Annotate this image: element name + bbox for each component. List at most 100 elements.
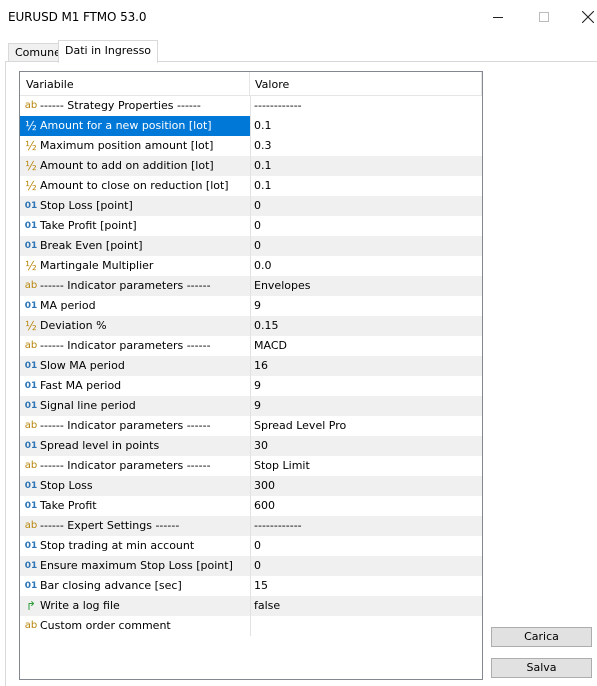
table-row[interactable]: 01 Fast MA period 9 <box>20 376 482 396</box>
column-header-variable[interactable]: Variabile <box>26 78 74 91</box>
table-row[interactable]: ab ------ Indicator parameters ------ Stop… <box>20 456 482 476</box>
table-row[interactable]: ½ Amount to add on addition [lot] 0.1 <box>20 156 482 176</box>
save-button[interactable]: Salva <box>491 658 592 678</box>
inputs-grid[interactable]: Variabile Valore ab ------ Strategy Prope… <box>19 71 483 680</box>
variable-value[interactable]: 300 <box>254 476 275 496</box>
table-row[interactable]: ↱ Write a log file false <box>20 596 482 616</box>
table-row[interactable]: ab ------ Strategy Properties ------ -----… <box>20 96 482 116</box>
value-cell[interactable]: Spread Level Pro <box>250 416 482 436</box>
value-cell[interactable]: 0.1 <box>250 156 482 176</box>
variable-value[interactable]: 9 <box>254 296 261 316</box>
minimize-icon <box>493 17 503 18</box>
table-row[interactable]: ab Custom order comment <box>20 616 482 636</box>
variable-value[interactable]: MACD <box>254 336 287 356</box>
variable-value[interactable]: Spread Level Pro <box>254 416 346 436</box>
variable-name: Fast MA period <box>40 379 122 392</box>
value-cell[interactable]: 0 <box>250 236 482 256</box>
value-cell[interactable]: Envelopes <box>250 276 482 296</box>
variable-value[interactable]: 16 <box>254 356 268 376</box>
tab-dati-in-ingresso[interactable]: Dati in Ingresso <box>58 40 159 63</box>
table-row[interactable]: ½ Martingale Multiplier 0.0 <box>20 256 482 276</box>
variable-value[interactable]: 0 <box>254 216 261 236</box>
integer-type-icon: 01 <box>24 221 38 231</box>
value-cell[interactable]: ------------ <box>250 516 482 536</box>
table-row[interactable]: ½ Maximum position amount [lot] 0.3 <box>20 136 482 156</box>
variable-value[interactable]: 0.1 <box>254 176 272 196</box>
table-row[interactable]: 01 Stop Loss 300 <box>20 476 482 496</box>
value-cell[interactable]: ------------ <box>250 96 482 116</box>
table-row[interactable]: 01 Stop Loss [point] 0 <box>20 196 482 216</box>
value-cell[interactable]: 0 <box>250 536 482 556</box>
table-row[interactable]: 01 Take Profit 600 <box>20 496 482 516</box>
table-row[interactable]: 01 Signal line period 9 <box>20 396 482 416</box>
value-cell[interactable]: 9 <box>250 296 482 316</box>
table-row[interactable]: ab ------ Indicator parameters ------ Spre… <box>20 416 482 436</box>
column-header-value[interactable]: Valore <box>255 78 289 91</box>
value-cell[interactable] <box>250 616 482 636</box>
maximize-button[interactable] <box>520 0 566 35</box>
table-row[interactable]: 01 MA period 9 <box>20 296 482 316</box>
table-row[interactable]: ab ------ Indicator parameters ------ MACD <box>20 336 482 356</box>
variable-value[interactable]: 600 <box>254 496 275 516</box>
value-cell[interactable]: 0.1 <box>250 116 482 136</box>
variable-value[interactable]: 30 <box>254 436 268 456</box>
value-cell[interactable]: 9 <box>250 376 482 396</box>
variable-value[interactable]: 0 <box>254 556 261 576</box>
variable-value[interactable]: 15 <box>254 576 268 596</box>
variable-cell: 01 Spread level in points <box>20 436 249 456</box>
variable-value[interactable]: 0 <box>254 536 261 556</box>
variable-value[interactable]: 0.1 <box>254 156 272 176</box>
value-cell[interactable]: 16 <box>250 356 482 376</box>
table-row[interactable]: ½ Deviation % 0.15 <box>20 316 482 336</box>
variable-cell: 01 Break Even [point] <box>20 236 249 256</box>
variable-name: Stop trading at min account <box>40 539 195 552</box>
value-cell[interactable]: 0.15 <box>250 316 482 336</box>
column-divider[interactable] <box>249 72 250 95</box>
table-row[interactable]: ½ Amount to close on reduction [lot] 0.1 <box>20 176 482 196</box>
table-row[interactable]: ab ------ Indicator parameters ------ Enve… <box>20 276 482 296</box>
grid-header: Variabile Valore <box>20 72 482 96</box>
table-row[interactable]: 01 Break Even [point] 0 <box>20 236 482 256</box>
variable-value[interactable]: ------------ <box>254 96 302 116</box>
table-row[interactable]: ½ Amount for a new position [lot] 0.1 <box>20 116 482 136</box>
value-cell[interactable]: MACD <box>250 336 482 356</box>
value-cell[interactable]: 600 <box>250 496 482 516</box>
variable-value[interactable]: 0.3 <box>254 136 272 156</box>
variable-name: ------ Indicator parameters ------ <box>40 339 211 352</box>
table-row[interactable]: 01 Spread level in points 30 <box>20 436 482 456</box>
value-cell[interactable]: 9 <box>250 396 482 416</box>
variable-value[interactable]: 0.0 <box>254 256 272 276</box>
value-cell[interactable]: Stop Limit <box>250 456 482 476</box>
variable-value[interactable]: 0.1 <box>254 116 272 136</box>
table-row[interactable]: ab ------ Expert Settings ------ ---------… <box>20 516 482 536</box>
minimize-button[interactable] <box>474 0 520 35</box>
variable-value[interactable]: Envelopes <box>254 276 310 296</box>
value-cell[interactable]: 0 <box>250 216 482 236</box>
value-cell[interactable]: 30 <box>250 436 482 456</box>
value-cell[interactable]: 15 <box>250 576 482 596</box>
value-cell[interactable]: 0.3 <box>250 136 482 156</box>
close-button[interactable] <box>566 0 597 35</box>
value-cell[interactable]: 0 <box>250 556 482 576</box>
table-row[interactable]: 01 Ensure maximum Stop Loss [point] 0 <box>20 556 482 576</box>
value-cell[interactable]: false <box>250 596 482 616</box>
variable-value[interactable]: false <box>254 596 280 616</box>
table-row[interactable]: 01 Stop trading at min account 0 <box>20 536 482 556</box>
value-cell[interactable]: 0.0 <box>250 256 482 276</box>
value-cell[interactable]: 300 <box>250 476 482 496</box>
variable-value[interactable]: ------------ <box>254 516 302 536</box>
variable-value[interactable]: 9 <box>254 396 261 416</box>
table-row[interactable]: 01 Bar closing advance [sec] 15 <box>20 576 482 596</box>
variable-value[interactable]: 9 <box>254 376 261 396</box>
load-button[interactable]: Carica <box>491 627 592 647</box>
variable-value[interactable]: 0.15 <box>254 316 279 336</box>
variable-value[interactable]: Stop Limit <box>254 456 310 476</box>
table-row[interactable]: 01 Slow MA period 16 <box>20 356 482 376</box>
variable-value[interactable]: 0 <box>254 196 261 216</box>
table-row[interactable]: 01 Take Profit [point] 0 <box>20 216 482 236</box>
integer-type-icon: 01 <box>24 541 38 551</box>
value-cell[interactable]: 0 <box>250 196 482 216</box>
grid-rows: ab ------ Strategy Properties ------ -----… <box>20 96 482 636</box>
value-cell[interactable]: 0.1 <box>250 176 482 196</box>
variable-value[interactable]: 0 <box>254 236 261 256</box>
